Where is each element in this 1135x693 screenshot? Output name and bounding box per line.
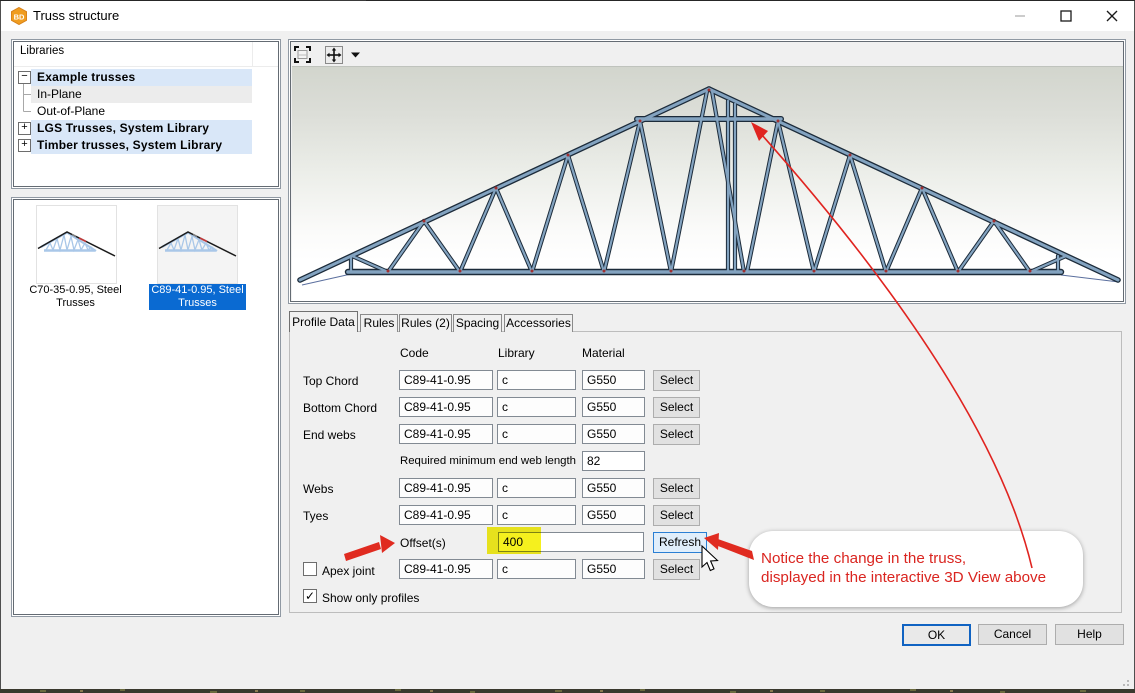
svg-text:BD: BD — [14, 13, 25, 22]
